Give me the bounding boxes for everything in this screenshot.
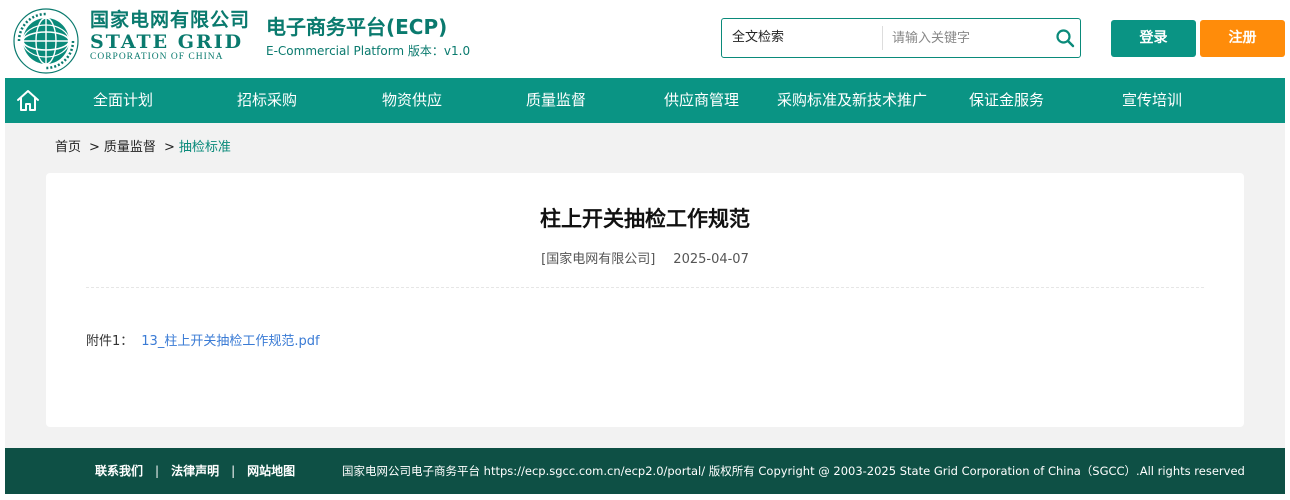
attachment-row: 附件1： 13_柱上开关抽检工作规范.pdf [86,333,320,351]
breadcrumb-level1[interactable]: 质量监督 [104,140,156,155]
nav-item-plan[interactable]: 全面计划 [93,78,153,123]
main-nav: 全面计划 招标采购 物资供应 质量监督 供应商管理 采购标准及新技术推广 保证金… [5,78,1285,123]
footer: 联系我们 | 法律声明 | 网站地图 国家电网公司电子商务平台 https://ecp.… [5,448,1285,494]
footer-sitemap-link[interactable]: 网站地图 [247,464,295,478]
nav-item-supply[interactable]: 物资供应 [382,78,442,123]
platform-title: 电子商务平台(ECP) [266,15,448,39]
header: 国家电网有限公司 STATE GRID CORPORATION OF CHINA… [0,0,1290,78]
main-area: 首页 > 质量监督 > 抽检标准 柱上开关抽检工作规范 [国家电网有限公司] 2025-0… [5,123,1285,448]
nav-item-training[interactable]: 宣传培训 [1122,78,1182,123]
breadcrumb: 首页 > 质量监督 > 抽检标准 [55,139,231,157]
nav-item-bidding[interactable]: 招标采购 [237,78,297,123]
login-button[interactable]: 登录 [1111,20,1196,57]
search-box: 全文检索 [721,18,1081,58]
footer-contact-link[interactable]: 联系我们 [95,464,143,478]
breadcrumb-current[interactable]: 抽检标准 [179,140,231,155]
article-card: 柱上开关抽检工作规范 [国家电网有限公司] 2025-04-07 附件1： 13_柱… [46,173,1244,427]
search-divider [882,26,883,50]
search-scope-select[interactable]: 全文检索 [732,19,784,57]
footer-links: 联系我们 | 法律声明 | 网站地图 [95,448,295,494]
footer-legal-link[interactable]: 法律声明 [171,464,219,478]
home-icon[interactable] [15,88,41,114]
company-name-cn: 国家电网有限公司 [90,9,251,31]
nav-item-deposit[interactable]: 保证金服务 [969,78,1044,123]
breadcrumb-home[interactable]: 首页 [55,140,81,155]
search-icon[interactable] [1055,28,1075,48]
company-name-en: STATE GRID [90,31,244,53]
attachment-link[interactable]: 13_柱上开关抽检工作规范.pdf [141,334,319,349]
search-input[interactable] [890,25,1040,51]
footer-sep: | [231,464,236,478]
platform-info: 电子商务平台(ECP) E-Commercial Platform 版本：v1.… [266,14,470,60]
brand-name[interactable]: 国家电网有限公司 STATE GRID CORPORATION OF CHINA [90,8,250,63]
platform-subtitle: E-Commercial Platform 版本：v1.0 [266,44,471,58]
company-name-en-sub: CORPORATION OF CHINA [90,52,224,62]
article-meta: [国家电网有限公司] 2025-04-07 [46,251,1244,269]
article-source: [国家电网有限公司] [541,252,656,267]
attachment-label: 附件1： [86,334,134,349]
breadcrumb-sep: > [89,140,100,155]
nav-item-supplier[interactable]: 供应商管理 [664,78,739,123]
footer-copyright: 国家电网公司电子商务平台 https://ecp.sgcc.com.cn/ecp… [342,464,1245,478]
nav-item-standards[interactable]: 采购标准及新技术推广 [777,78,927,123]
article-date: 2025-04-07 [673,252,749,267]
nav-item-quality[interactable]: 质量监督 [526,78,586,123]
breadcrumb-sep: > [163,140,175,155]
meta-divider [86,287,1204,288]
state-grid-logo-icon[interactable] [13,8,79,74]
footer-sep: | [155,464,160,478]
article-title: 柱上开关抽检工作规范 [540,207,750,231]
register-button[interactable]: 注册 [1200,20,1285,57]
